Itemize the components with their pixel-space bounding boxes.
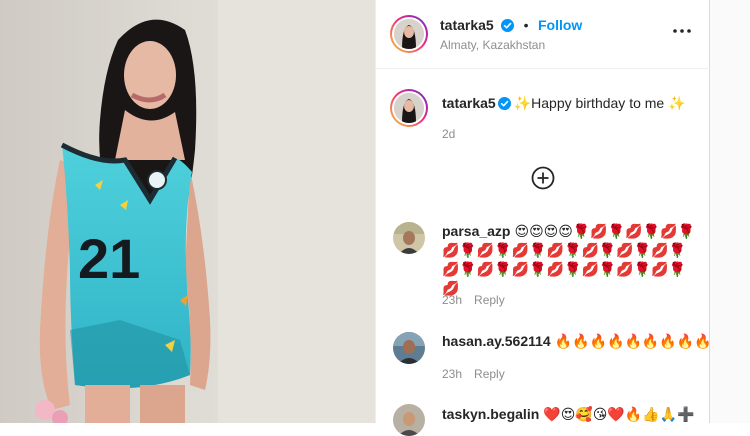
caption-text: ✨Happy birthday to me ✨	[513, 95, 686, 111]
comment-time[interactable]: 23h	[442, 293, 462, 307]
follow-button[interactable]: Follow	[538, 17, 582, 33]
comment-username[interactable]: hasan.ay.562114	[442, 333, 551, 349]
avatar-photo	[394, 19, 424, 49]
page-background-edge	[710, 0, 750, 423]
comment-meta: 23h Reply	[442, 293, 505, 307]
author-username[interactable]: tatarka5	[440, 17, 494, 33]
post-header: tatarka5 • Follow Almaty, Kazakhstan	[376, 0, 710, 69]
jersey-number: 21	[78, 227, 140, 290]
reply-button[interactable]: Reply	[474, 293, 505, 307]
comment-body: parsa_azp 😍😍😍😍🌹💋🌹💋🌹💋🌹💋🌹💋🌹💋🌹💋🌹💋🌹💋🌹💋🌹💋🌹💋🌹💋🌹…	[442, 222, 697, 298]
comment-text: 🔥🔥🔥🔥🔥🔥🔥🔥🔥🔥	[554, 333, 730, 349]
verified-badge-icon	[501, 19, 515, 32]
comment-time[interactable]: 23h	[442, 367, 462, 381]
comment-text: ❤️😍🥰😘❤️🔥👍🙏➕	[543, 406, 695, 422]
reply-button[interactable]: Reply	[474, 367, 505, 381]
verified-badge-icon	[497, 97, 511, 110]
caption-author-avatar[interactable]	[390, 89, 428, 127]
caption-username[interactable]: tatarka5	[442, 95, 496, 111]
separator-dot: •	[523, 17, 529, 33]
caption-time[interactable]: 2d	[442, 127, 455, 141]
post-location[interactable]: Almaty, Kazakhstan	[440, 38, 545, 52]
comment-username[interactable]: taskyn.begalin	[442, 406, 539, 422]
comment-username[interactable]: parsa_azp	[442, 223, 510, 239]
caption: tatarka5 ✨Happy birthday to me ✨	[442, 94, 697, 112]
commenter-avatar[interactable]	[393, 404, 425, 436]
post-sidebar: tatarka5 • Follow Almaty, Kazakhstan tat…	[375, 0, 729, 436]
author-avatar[interactable]	[390, 15, 428, 53]
commenter-avatar[interactable]	[393, 222, 425, 254]
comment-body: taskyn.begalin ❤️😍🥰😘❤️🔥👍🙏➕	[442, 405, 697, 423]
post-photo-illustration: 21	[0, 0, 375, 423]
comment-meta: 23h Reply	[442, 367, 505, 381]
avatar-photo	[394, 93, 424, 123]
comment-body: hasan.ay.562114 🔥🔥🔥🔥🔥🔥🔥🔥🔥🔥	[442, 332, 729, 350]
more-options-icon[interactable]	[673, 21, 691, 33]
load-more-comments-icon[interactable]	[531, 166, 555, 190]
commenter-avatar[interactable]	[393, 332, 425, 364]
post-image[interactable]: 21	[0, 0, 375, 423]
